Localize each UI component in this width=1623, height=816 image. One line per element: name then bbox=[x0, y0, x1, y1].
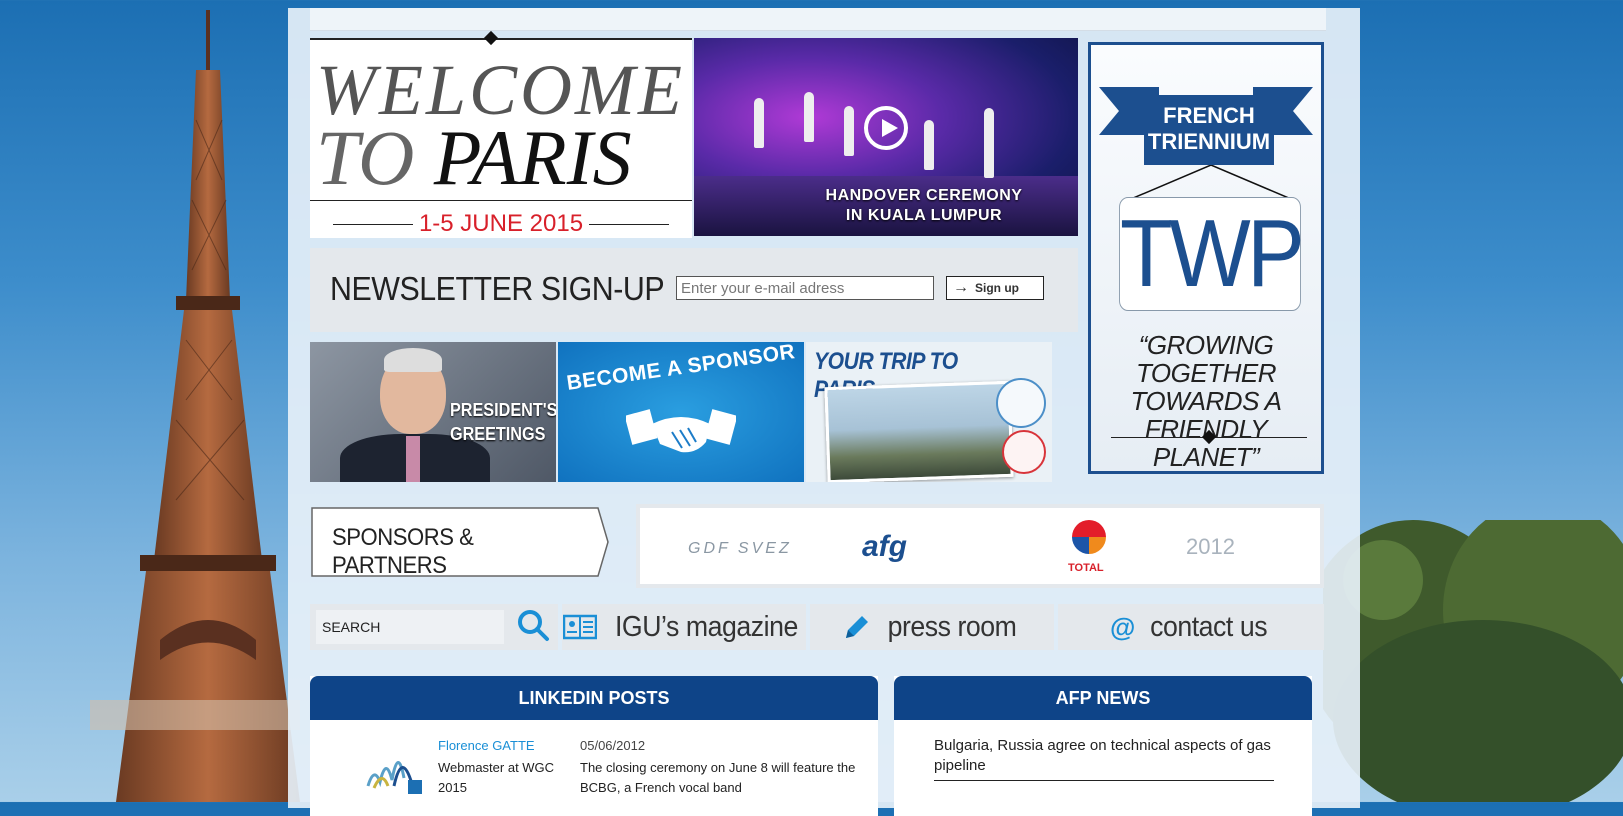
wgc-linkedin-logo-icon bbox=[366, 761, 422, 794]
president-label-line1: PRESIDENT'S bbox=[450, 400, 556, 420]
linkedin-author[interactable]: Florence GATTE bbox=[438, 738, 535, 753]
trees-image bbox=[1323, 520, 1623, 802]
twp-logo: TWP bbox=[1119, 197, 1305, 311]
igu-magazine-label: IGU’s magazine bbox=[614, 610, 798, 643]
kuala-lumpur-2012-logo[interactable]: 2012 bbox=[1186, 534, 1235, 560]
president-tie bbox=[406, 436, 420, 482]
tourism-stamp-icon bbox=[996, 378, 1046, 428]
video-caption-line2: IN KUALA LUMPUR bbox=[845, 207, 1003, 224]
ribbon-line2: TRIENNIUM bbox=[1147, 129, 1271, 154]
event-date: 1-5 JUNE 2015 bbox=[310, 210, 692, 238]
welcome-line1: WELCOME bbox=[316, 50, 685, 130]
play-icon[interactable] bbox=[864, 106, 908, 150]
president-hair bbox=[384, 348, 442, 372]
press-room-label: press room bbox=[887, 610, 1017, 643]
divider bbox=[310, 200, 692, 201]
divider bbox=[934, 780, 1274, 781]
email-input[interactable] bbox=[676, 276, 934, 300]
search-box bbox=[310, 604, 558, 650]
press-room-link[interactable]: press room bbox=[810, 604, 1054, 650]
at-icon: @ bbox=[1109, 611, 1135, 642]
sponsor-label: BECOME A SPONSOR bbox=[565, 342, 797, 395]
newsletter-signup: NEWSLETTER SIGN-UP → Sign up bbox=[310, 248, 1078, 332]
french-triennium-panel[interactable]: FRENCH TRIENNIUM TWP “GROWING TOGETHER T… bbox=[1088, 42, 1324, 474]
welcome-paris: PARIS bbox=[433, 114, 632, 201]
motto-text: “GROWING TOGETHER TOWARDS A FRIENDLY PLA… bbox=[1091, 331, 1321, 471]
motto-line3: FRIENDLY PLANET” bbox=[1144, 414, 1268, 472]
top-bar bbox=[310, 8, 1326, 31]
motto-line1: “GROWING TOGETHER bbox=[1136, 330, 1276, 388]
president-label-line2: GREETINGS bbox=[450, 424, 546, 444]
welcome-line2: TO PARIS bbox=[310, 118, 698, 198]
contact-us-link[interactable]: @ contact us bbox=[1058, 604, 1324, 650]
gdf-suez-logo[interactable]: GDF SVEZ bbox=[688, 540, 792, 558]
ribbon-banner: FRENCH TRIENNIUM bbox=[1099, 87, 1313, 165]
handshake-icon bbox=[626, 409, 736, 453]
main-content: WELCOME TO PARIS 1-5 JUNE 2015 HANDOVER … bbox=[288, 8, 1360, 816]
video-caption-line1: HANDOVER CEREMONY bbox=[825, 187, 1023, 204]
linkedin-posts-panel: LINKEDIN POSTS Florence GATTE Webmaster … bbox=[310, 676, 878, 816]
handover-video[interactable]: HANDOVER CEREMONY IN KUALA LUMPUR bbox=[694, 38, 1078, 236]
search-icon[interactable] bbox=[516, 608, 550, 642]
igu-magazine-link[interactable]: IGU’s magazine bbox=[562, 604, 806, 650]
linkedin-date: 05/06/2012 bbox=[580, 738, 646, 753]
video-caption: HANDOVER CEREMONY IN KUALA LUMPUR bbox=[774, 186, 1074, 226]
dancer-figure bbox=[844, 106, 854, 156]
afp-headline[interactable]: Bulgaria, Russia agree on technical aspe… bbox=[934, 736, 1294, 776]
president-label: PRESIDENT'S GREETINGS bbox=[450, 398, 556, 446]
ribbon-title: FRENCH TRIENNIUM bbox=[1144, 95, 1274, 165]
newsletter-title: NEWSLETTER SIGN-UP bbox=[330, 270, 665, 307]
linkedin-posts-header: LINKEDIN POSTS bbox=[310, 676, 878, 720]
welcome-banner[interactable]: WELCOME TO PARIS 1-5 JUNE 2015 bbox=[310, 30, 692, 238]
motto-line2: TOWARDS A bbox=[1130, 386, 1282, 416]
search-input[interactable] bbox=[316, 610, 504, 644]
your-trip-to-paris-tile[interactable]: YOUR TRIP TO PARIS bbox=[806, 342, 1052, 482]
eiffel-tower-image bbox=[90, 10, 300, 802]
dancer-figure bbox=[984, 108, 994, 178]
notre-dame-photo bbox=[824, 380, 1014, 482]
linkedin-role: Webmaster at WGC 2015 bbox=[438, 760, 555, 795]
nav-bar: IGU’s magazine press room @ contact us bbox=[310, 604, 1324, 650]
linkedin-post-text[interactable]: The closing ceremony on June 8 will feat… bbox=[580, 758, 860, 798]
sponsor-logos: GDF SVEZ afg TOTAL 2012 bbox=[636, 504, 1324, 588]
hanging-strings bbox=[1131, 165, 1291, 199]
presidents-greetings-tile[interactable]: PRESIDENT'S GREETINGS bbox=[310, 342, 556, 482]
sign-up-label: Sign up bbox=[975, 281, 1019, 295]
welcome-to: TO bbox=[316, 114, 415, 201]
total-logo-icon[interactable] bbox=[1072, 520, 1106, 554]
contact-us-label: contact us bbox=[1149, 610, 1267, 643]
afp-news-panel: AFP NEWS Bulgaria, Russia agree on techn… bbox=[894, 676, 1312, 816]
magazine-icon bbox=[562, 614, 597, 640]
dancer-figure bbox=[804, 92, 814, 142]
guide-stamp-icon bbox=[1002, 430, 1046, 474]
total-logo[interactable]: TOTAL bbox=[1068, 562, 1104, 574]
ribbon-line1: FRENCH bbox=[1163, 103, 1255, 128]
dancer-figure bbox=[924, 120, 934, 170]
diamond-ornament bbox=[483, 30, 499, 46]
sponsors-partners-label: SPONSORS & PARTNERS bbox=[332, 524, 474, 579]
arrow-right-icon: → bbox=[953, 279, 969, 296]
dancer-figure bbox=[754, 98, 764, 148]
become-a-sponsor-tile[interactable]: BECOME A SPONSOR bbox=[558, 342, 804, 482]
afp-news-header: AFP NEWS bbox=[894, 676, 1312, 720]
sign-up-button[interactable]: → Sign up bbox=[946, 276, 1044, 300]
sponsors-partners-label-wrap: SPONSORS & PARTNERS bbox=[310, 504, 610, 580]
afg-logo[interactable]: afg bbox=[862, 530, 907, 564]
pencil-icon bbox=[845, 616, 868, 638]
